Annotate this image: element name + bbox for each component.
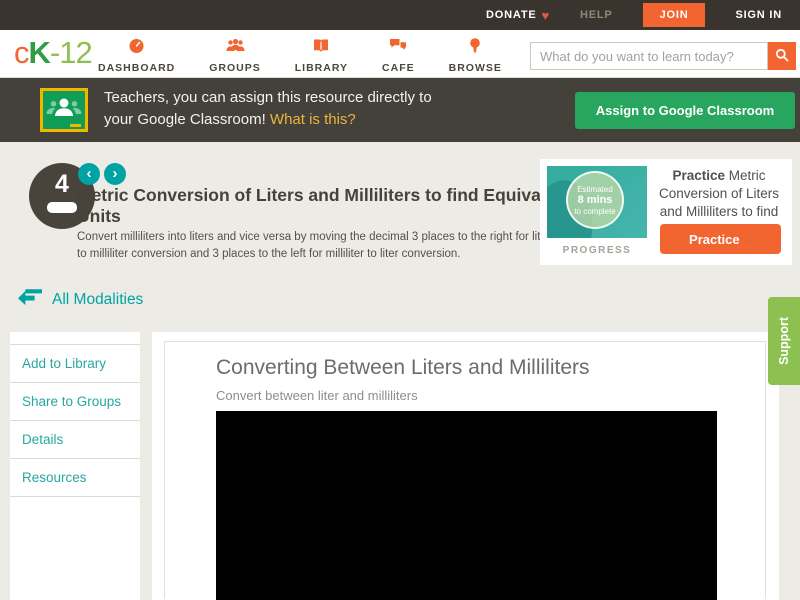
chevron-left-icon: ‹ bbox=[87, 166, 92, 181]
estimated-minutes: 8 mins bbox=[568, 194, 622, 207]
practice-button[interactable]: Practice › bbox=[660, 224, 781, 254]
classroom-icon-strip bbox=[70, 124, 81, 127]
estimated-suffix: to complete bbox=[568, 207, 622, 216]
donate-link[interactable]: DONATE ♥ bbox=[486, 9, 550, 22]
logo-k: K bbox=[29, 35, 50, 70]
nav-items: DASHBOARD GROUPS LIBRARY CAFE BROWSE bbox=[98, 38, 502, 74]
logo-suffix: -12 bbox=[50, 35, 92, 70]
google-classroom-icon bbox=[40, 88, 88, 132]
estimated-time-circle: Estimated 8 mins to complete bbox=[566, 171, 624, 229]
all-modalities-link[interactable]: All Modalities bbox=[18, 289, 143, 311]
chevron-right-icon: › bbox=[113, 166, 118, 181]
sidebar-item-add-to-library[interactable]: Add to Library bbox=[10, 344, 140, 382]
practice-thumbnail: Estimated 8 mins to complete bbox=[547, 166, 647, 238]
progress-label: PROGRESS bbox=[547, 245, 647, 256]
dashboard-icon bbox=[128, 38, 145, 58]
content-subheading: Convert between liter and milliliters bbox=[216, 388, 418, 403]
practice-bold-label: Practice bbox=[672, 168, 725, 183]
sidebar-item-share-to-groups[interactable]: Share to Groups bbox=[10, 382, 140, 420]
classroom-banner: Teachers, you can assign this resource d… bbox=[0, 78, 800, 142]
nav-item-label: CAFE bbox=[382, 62, 415, 74]
previous-button[interactable]: ‹ bbox=[78, 163, 100, 185]
browse-icon bbox=[469, 38, 481, 58]
nav-item-label: LIBRARY bbox=[295, 62, 348, 74]
sidebar-item-resources[interactable]: Resources bbox=[10, 458, 140, 497]
nav-item-cafe[interactable]: CAFE bbox=[382, 38, 415, 74]
sign-in-link[interactable]: SIGN IN bbox=[735, 9, 782, 21]
page: DONATE ♥ HELP JOIN SIGN IN cK-12 DASHBOAR… bbox=[0, 0, 800, 600]
navbar: cK-12 DASHBOARD GROUPS LIBRARY CAFE BROW… bbox=[0, 30, 800, 78]
sidebar-item-details[interactable]: Details bbox=[10, 420, 140, 458]
back-arrow-icon bbox=[18, 289, 42, 311]
page-title: Metric Conversion of Liters and Millilit… bbox=[77, 185, 577, 227]
practice-button-label: Practice bbox=[689, 232, 740, 247]
cafe-icon bbox=[389, 38, 407, 58]
content-frame: Converting Between Liters and Milliliter… bbox=[164, 341, 766, 599]
video-player[interactable] bbox=[216, 411, 717, 600]
content-heading: Converting Between Liters and Milliliter… bbox=[216, 356, 590, 380]
search-button[interactable] bbox=[768, 42, 796, 70]
sidebar: Add to Library Share to Groups Details R… bbox=[10, 332, 140, 600]
nav-item-label: GROUPS bbox=[209, 62, 261, 74]
donate-label: DONATE bbox=[486, 9, 536, 21]
assign-to-classroom-button[interactable]: Assign to Google Classroom bbox=[575, 92, 795, 129]
banner-line1: Teachers, you can assign this resource d… bbox=[104, 89, 432, 106]
search-icon bbox=[775, 48, 789, 65]
ck12-logo[interactable]: cK-12 bbox=[14, 35, 92, 71]
banner-text: Teachers, you can assign this resource d… bbox=[104, 87, 432, 131]
next-button[interactable]: › bbox=[104, 163, 126, 185]
chevron-right-icon: › bbox=[748, 232, 752, 247]
join-button[interactable]: JOIN bbox=[643, 3, 706, 27]
all-modalities-label: All Modalities bbox=[52, 291, 143, 309]
practice-card: Estimated 8 mins to complete PROGRESS Pr… bbox=[540, 159, 792, 265]
modality-pill-icon bbox=[47, 202, 77, 213]
search-bar bbox=[530, 42, 796, 70]
heart-icon: ♥ bbox=[541, 9, 550, 22]
main-content: Converting Between Liters and Milliliter… bbox=[152, 332, 779, 600]
nav-item-label: BROWSE bbox=[449, 62, 502, 74]
search-input[interactable] bbox=[530, 42, 768, 70]
nav-item-label: DASHBOARD bbox=[98, 62, 175, 74]
support-tab-label: Support bbox=[777, 317, 791, 365]
logo-c: c bbox=[14, 35, 29, 70]
topbar: DONATE ♥ HELP JOIN SIGN IN bbox=[0, 0, 800, 30]
groups-icon bbox=[226, 38, 245, 58]
banner-line2: your Google Classroom! bbox=[104, 111, 266, 128]
practice-card-text: Practice Metric Conversion of Liters and… bbox=[650, 167, 788, 222]
nav-item-browse[interactable]: BROWSE bbox=[449, 38, 502, 74]
library-icon bbox=[313, 38, 329, 58]
nav-item-library[interactable]: LIBRARY bbox=[295, 38, 348, 74]
help-link[interactable]: HELP bbox=[580, 9, 613, 21]
nav-item-dashboard[interactable]: DASHBOARD bbox=[98, 38, 175, 74]
estimated-label: Estimated bbox=[568, 185, 622, 194]
what-is-this-link[interactable]: What is this? bbox=[270, 111, 356, 128]
support-tab[interactable]: Support bbox=[768, 297, 800, 385]
page-description: Convert milliliters into liters and vice… bbox=[77, 229, 562, 262]
nav-item-groups[interactable]: GROUPS bbox=[209, 38, 261, 74]
